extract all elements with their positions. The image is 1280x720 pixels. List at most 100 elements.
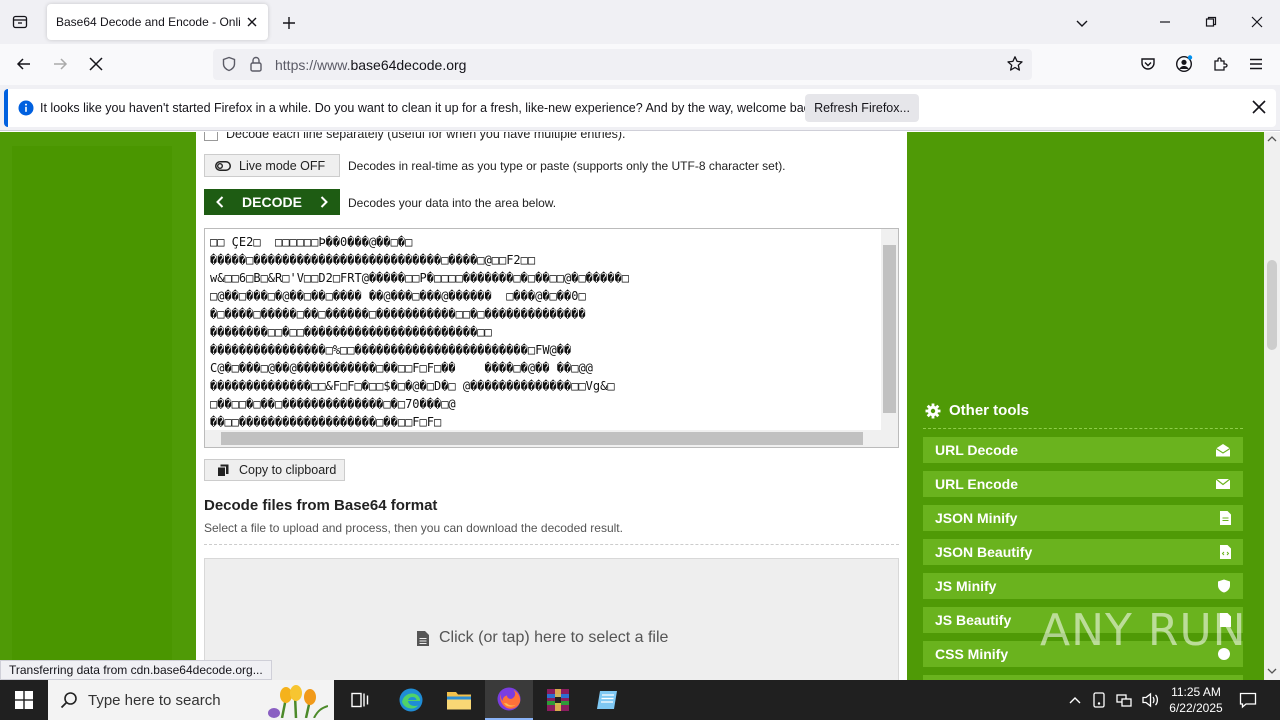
scroll-down-arrow-icon[interactable]	[1267, 667, 1277, 675]
browser-tab[interactable]: Base64 Decode and Encode - Online	[47, 4, 268, 40]
task-view-icon[interactable]	[336, 680, 384, 720]
close-window-icon[interactable]	[1242, 8, 1272, 36]
new-tab-icon[interactable]	[278, 12, 300, 34]
output-vertical-scroll-thumb[interactable]	[883, 245, 896, 413]
notification-bar: It looks like you haven't started Firefo…	[0, 85, 1280, 131]
winrar-icon[interactable]	[534, 680, 582, 720]
live-mode-toggle[interactable]: Live mode OFF	[204, 154, 340, 177]
file-icon	[1220, 511, 1231, 525]
tool-url-decode[interactable]: URL Decode	[923, 437, 1243, 463]
decode-each-line-checkbox[interactable]	[204, 132, 218, 141]
stop-loading-icon[interactable]	[82, 50, 110, 78]
firefox-icon[interactable]	[485, 680, 533, 720]
divider	[204, 544, 899, 545]
file-explorer-icon[interactable]	[435, 680, 483, 720]
chevron-down-icon[interactable]	[1071, 12, 1093, 34]
forward-arrow-icon[interactable]	[46, 50, 74, 78]
url-domain: base64decode.org	[350, 57, 467, 73]
scroll-up-arrow-icon[interactable]	[1267, 135, 1277, 143]
copy-icon	[217, 464, 229, 477]
shield-icon[interactable]	[221, 56, 237, 75]
decode-each-line-option[interactable]: Decode each line separately (useful for …	[204, 132, 626, 142]
chevron-left-icon	[216, 196, 224, 208]
search-icon	[60, 692, 77, 709]
taskbar-clock[interactable]: 11:25 AM 6/22/2025	[1166, 684, 1226, 716]
url-bar[interactable]: https://www.base64decode.org	[213, 49, 1032, 80]
clock-time: 11:25 AM	[1171, 685, 1221, 699]
divider	[923, 428, 1243, 429]
watermark: ANY RUN	[1040, 605, 1247, 656]
account-icon[interactable]	[1170, 50, 1198, 78]
decoded-output-line: □��□□�□��□��������������□�□70���□@	[210, 397, 456, 411]
taskbar-search-box[interactable]: Type here to search	[48, 680, 334, 720]
decoded-output-textarea[interactable]: □□ ÇE2□ □□□□□□Þ��0���@��□�□ �����□�������…	[204, 228, 899, 448]
output-horizontal-scroll-thumb[interactable]	[221, 432, 863, 445]
tool-label: JS Minify	[935, 578, 997, 594]
other-tools-title: Other tools	[949, 402, 1030, 419]
decoded-output-line: �����□��������������������������□����□@□…	[210, 253, 536, 267]
file-code-icon	[1220, 545, 1231, 559]
tool-json-beautify[interactable]: JSON Beautify	[923, 539, 1243, 565]
notification-center-icon[interactable]	[1236, 688, 1260, 712]
file-dropzone[interactable]: Click (or tap) here to select a file	[204, 558, 899, 680]
decoded-output-line: □□ ÇE2□ □□□□□□Þ��0���@��□�□	[210, 235, 413, 249]
device-icon[interactable]	[1092, 692, 1106, 708]
left-panel-background	[12, 146, 172, 680]
envelope-open-icon	[1215, 444, 1231, 457]
decode-label: DECODE	[242, 194, 302, 210]
tool-url-encode[interactable]: URL Encode	[923, 471, 1243, 497]
main-content: Decode each line separately (useful for …	[196, 132, 907, 680]
notification-panel: It looks like you haven't started Firefo…	[4, 89, 1276, 127]
notepad-icon[interactable]	[583, 680, 631, 720]
hamburger-menu-icon[interactable]	[1242, 50, 1270, 78]
close-icon[interactable]	[1252, 100, 1266, 117]
decode-each-line-label: Decode each line separately (useful for …	[226, 132, 626, 141]
dropzone-label[interactable]: Click (or tap) here to select a file	[417, 629, 668, 647]
minimize-icon[interactable]	[1150, 8, 1180, 36]
extensions-icon[interactable]	[1206, 50, 1234, 78]
decode-button[interactable]: DECODE	[204, 189, 340, 215]
decoded-output-line: w&□□6□B□&R□'V□□D2□FRT@�����□□P�□□□□�����…	[210, 271, 630, 285]
back-arrow-icon[interactable]	[10, 50, 38, 78]
tool-label: URL Decode	[935, 442, 1018, 458]
notification-text: It looks like you haven't started Firefo…	[40, 101, 820, 115]
search-highlight-flowers-icon	[268, 685, 328, 718]
tool-label: CSS Minify	[935, 646, 1009, 662]
edge-browser-icon[interactable]	[387, 680, 435, 720]
copy-label: Copy to clipboard	[239, 463, 337, 477]
decoded-output-line: C@�□���□@��@�����������□��□□F□F□�� ����□…	[210, 361, 593, 375]
chevron-up-icon[interactable]	[1068, 695, 1082, 705]
tab-title: Base64 Decode and Encode - Online	[56, 15, 241, 29]
tab-list-icon[interactable]	[6, 8, 34, 36]
lock-icon[interactable]	[249, 56, 263, 75]
pocket-icon[interactable]	[1134, 50, 1162, 78]
page-vertical-scroll-thumb[interactable]	[1267, 260, 1277, 350]
page-vertical-scrollbar[interactable]	[1264, 132, 1280, 680]
decoded-output-line: □@��□���□�@��□��□���� ��@���□���@������ …	[210, 289, 586, 303]
search-placeholder: Type here to search	[88, 692, 221, 709]
windows-start-icon[interactable]	[0, 680, 48, 720]
output-horizontal-scrollbar[interactable]	[205, 430, 898, 447]
bookmark-star-icon[interactable]	[1006, 55, 1024, 76]
output-vertical-scrollbar[interactable]	[881, 229, 898, 432]
decoded-output-line: ��������������□□&F□F□�□□$�□�@�□D�□ @����…	[210, 379, 615, 393]
network-icon[interactable]	[1116, 692, 1132, 708]
tool-json-minify[interactable]: JSON Minify	[923, 505, 1243, 531]
restore-icon[interactable]	[1196, 8, 1226, 36]
url-text[interactable]: https://www.base64decode.org	[275, 57, 466, 73]
tool-label: JSON Minify	[935, 510, 1018, 526]
taskbar: Type here to search 11:25 AM 6/22/2025	[0, 680, 1280, 720]
toggle-icon	[215, 160, 231, 171]
volume-icon[interactable]	[1142, 692, 1160, 708]
tool-js-minify[interactable]: JS Minify	[923, 573, 1243, 599]
files-section-title: Decode files from Base64 format	[204, 497, 438, 514]
status-bar: Transferring data from cdn.base64decode.…	[0, 660, 272, 680]
copy-to-clipboard-button[interactable]: Copy to clipboard	[204, 459, 345, 481]
url-prefix: https://www.	[275, 57, 351, 73]
chevron-right-icon	[320, 196, 328, 208]
decoded-output-line: ��������□□�□□������������������������□□	[210, 325, 492, 339]
envelope-icon	[1215, 478, 1231, 489]
close-tab-icon[interactable]	[244, 14, 260, 30]
dropzone-text: Click (or tap) here to select a file	[439, 629, 669, 646]
refresh-firefox-button[interactable]: Refresh Firefox...	[805, 94, 919, 122]
